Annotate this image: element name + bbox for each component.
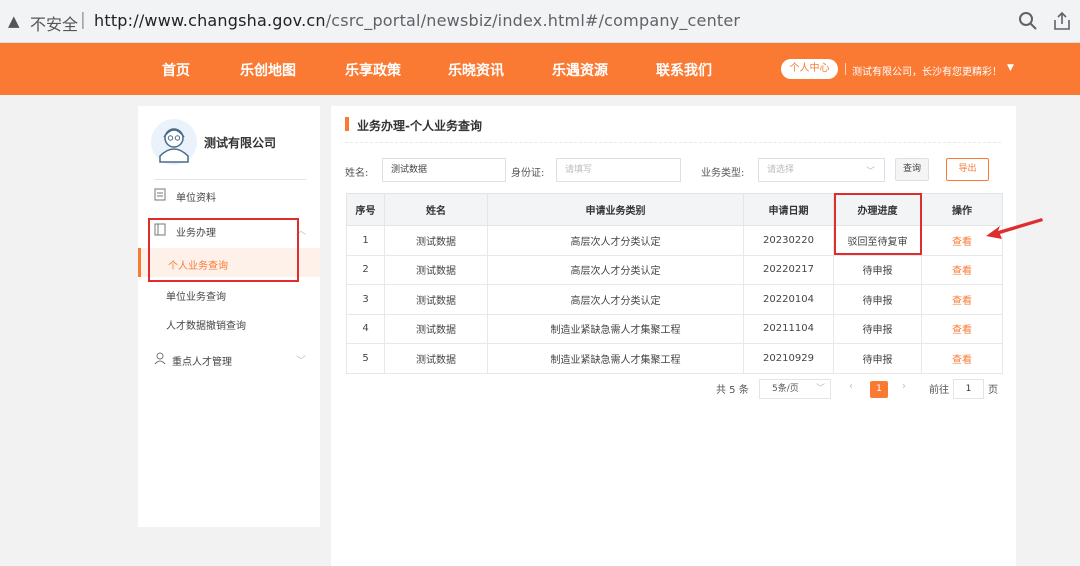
document-icon (154, 188, 166, 201)
page-title: 业务办理-个人业务查询 (357, 119, 482, 133)
cell-name: 测试数据 (384, 284, 488, 315)
cell-category: 高层次人才分类认定 (487, 284, 744, 315)
cell-date: 20220104 (743, 284, 834, 315)
sidebar-item-unit-info[interactable]: 单位资料 (154, 188, 304, 204)
prev-page-icon[interactable]: ‹ (849, 381, 853, 392)
cell-date: 20211104 (743, 313, 834, 344)
export-button[interactable]: 导出 (946, 158, 989, 181)
top-nav: 首页 乐创地图 乐享政策 乐晓资讯 乐遇资源 联系我们 个人中心 测试有限公司，… (0, 43, 1080, 95)
table-row: 3 测试数据 高层次人才分类认定 20220104 待申报 查看 (346, 284, 1003, 315)
share-icon[interactable] (1052, 9, 1072, 33)
col-header-name: 姓名 (384, 193, 488, 226)
view-link[interactable]: 查看 (921, 254, 1003, 285)
warning-icon: ▲ (8, 12, 20, 30)
insecure-label: 不安全 (30, 15, 79, 34)
name-input[interactable]: 测试数据 (382, 158, 506, 182)
nav-divider (845, 63, 846, 75)
cell-index: 4 (346, 313, 385, 344)
nav-home[interactable]: 首页 (162, 60, 190, 80)
sidebar-item-label: 单位业务查询 (166, 292, 226, 303)
page-size-select[interactable]: 5条/页 ﹀ (759, 379, 831, 399)
goto-label: 前往 (929, 385, 949, 396)
cell-progress: 待申报 (833, 343, 922, 374)
user-greeting[interactable]: 测试有限公司，长沙有您更精彩！ (852, 63, 1002, 78)
page-size-value: 5条/页 (772, 384, 799, 394)
cell-category: 制造业紧缺急需人才集聚工程 (487, 313, 744, 344)
nav-map[interactable]: 乐创地图 (240, 60, 296, 80)
sidebar-item-talent-revoke[interactable]: 人才数据撤销查询 (166, 317, 246, 332)
table-row: 5 测试数据 制造业紧缺急需人才集聚工程 20210929 待申报 查看 (346, 343, 1003, 374)
chevron-down-icon[interactable]: ▼ (1007, 63, 1014, 73)
browser-address-bar: ▲ 不安全 | http://www.changsha.gov.cn/csrc_… (0, 0, 1080, 43)
sidebar-item-label: 单位资料 (176, 193, 216, 204)
cell-category: 制造业紧缺急需人才集聚工程 (487, 343, 744, 374)
cell-category: 高层次人才分类认定 (487, 225, 744, 256)
avatar (151, 119, 197, 165)
cell-name: 测试数据 (384, 343, 488, 374)
cell-name: 测试数据 (384, 254, 488, 285)
main-panel: 业务办理-个人业务查询 姓名: 测试数据 身份证: 请填写 业务类型: 请选择 … (331, 106, 1016, 566)
url-host: http://www.changsha.gov.cn (94, 11, 326, 30)
sidebar: 测试有限公司 单位资料 业务办理 ︿ 个人业务查询 单位业务查询 人才数据撤销查… (138, 106, 320, 527)
business-type-label: 业务类型: (701, 168, 745, 179)
cell-index: 1 (346, 225, 385, 256)
cell-name: 测试数据 (384, 225, 488, 256)
nav-contact[interactable]: 联系我们 (656, 60, 712, 80)
id-label: 身份证: (511, 168, 545, 179)
cell-progress: 待申报 (833, 284, 922, 315)
company-name: 测试有限公司 (204, 136, 277, 150)
cell-category: 高层次人才分类认定 (487, 254, 744, 285)
col-header-index: 序号 (346, 193, 385, 226)
person-icon (154, 352, 166, 365)
nav-news[interactable]: 乐晓资讯 (448, 60, 504, 80)
chevron-down-icon: ﹀ (816, 384, 826, 394)
red-arrow-icon (986, 218, 1043, 239)
cell-date: 20220217 (743, 254, 834, 285)
page-unit-label: 页 (988, 385, 998, 396)
chevron-down-icon: ﹀ (866, 167, 876, 177)
view-link[interactable]: 查看 (921, 313, 1003, 344)
sidebar-divider (154, 179, 306, 180)
name-label: 姓名: (345, 168, 369, 179)
view-link[interactable]: 查看 (921, 343, 1003, 374)
table-row: 2 测试数据 高层次人才分类认定 20220217 待申报 查看 (346, 254, 1003, 285)
zoom-icon[interactable] (1018, 9, 1038, 33)
cell-progress: 待申报 (833, 254, 922, 285)
sidebar-item-unit-query[interactable]: 单位业务查询 (166, 288, 226, 303)
cell-index: 3 (346, 284, 385, 315)
title-divider (345, 142, 1001, 143)
cell-index: 2 (346, 254, 385, 285)
url-field[interactable]: http://www.changsha.gov.cn/csrc_portal/n… (94, 11, 740, 30)
highlight-box-business (148, 218, 299, 282)
title-accent (345, 117, 349, 131)
page-number-current[interactable]: 1 (870, 381, 888, 398)
goto-page-input[interactable]: 1 (953, 379, 984, 399)
pager-total: 共 5 条 (716, 385, 749, 396)
cell-date: 20230220 (743, 225, 834, 256)
col-header-category: 申请业务类别 (487, 193, 744, 226)
view-link[interactable]: 查看 (921, 284, 1003, 315)
cell-name: 测试数据 (384, 313, 488, 344)
chevron-down-icon[interactable]: ﹀ (296, 352, 306, 367)
user-center-button[interactable]: 个人中心 (781, 59, 838, 79)
nav-policy[interactable]: 乐享政策 (345, 60, 401, 80)
address-separator: | (80, 10, 86, 30)
sidebar-item-label: 重点人才管理 (172, 357, 232, 368)
url-path: /csrc_portal/newsbiz/index.html#/company… (325, 11, 741, 30)
id-input[interactable]: 请填写 (556, 158, 681, 182)
query-button[interactable]: 查询 (895, 158, 929, 181)
sidebar-item-key-talent[interactable]: 重点人才管理 ﹀ (154, 352, 306, 368)
active-indicator (138, 248, 141, 277)
highlight-box-progress (834, 193, 922, 255)
col-header-date: 申请日期 (743, 193, 834, 226)
next-page-icon[interactable]: › (902, 381, 906, 392)
nav-resources[interactable]: 乐遇资源 (552, 60, 608, 80)
table-row: 4 测试数据 制造业紧缺急需人才集聚工程 20211104 待申报 查看 (346, 313, 1003, 344)
sidebar-item-label: 人才数据撤销查询 (166, 321, 246, 332)
cell-index: 5 (346, 343, 385, 374)
cell-progress: 待申报 (833, 313, 922, 344)
cell-date: 20210929 (743, 343, 834, 374)
